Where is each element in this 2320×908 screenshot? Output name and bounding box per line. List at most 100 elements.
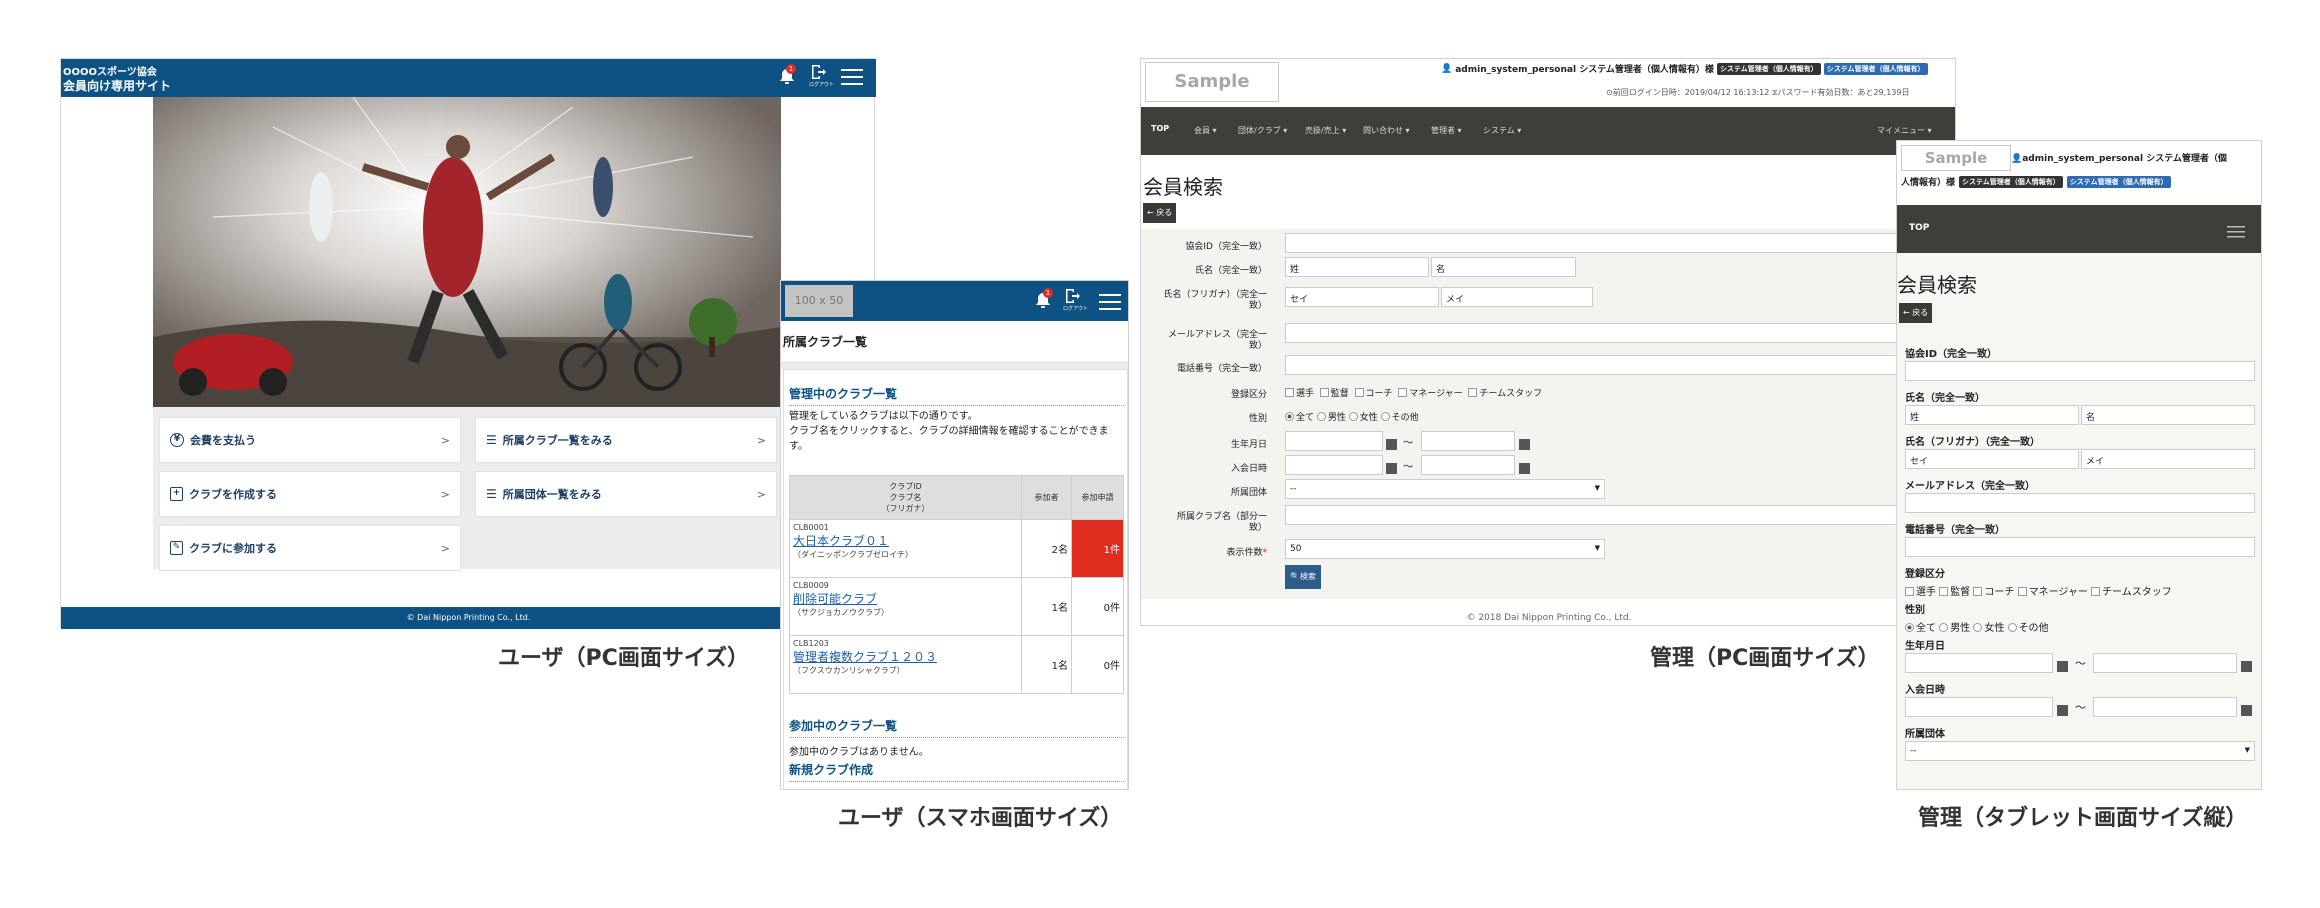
club-list-card[interactable]: ☰ 所属クラブ一覧をみる >	[475, 417, 777, 463]
club-kana: （フクスウカンリシャクラブ）	[793, 666, 905, 675]
given-name-input[interactable]: 名	[1431, 257, 1576, 277]
checkbox-manager[interactable]: マネージャー	[1398, 388, 1463, 399]
kana-given-input[interactable]: メイ	[2081, 449, 2255, 469]
logout-button[interactable]: ログアウト	[1063, 287, 1088, 312]
org-list-card[interactable]: ☰ 所属団体一覧をみる >	[475, 471, 777, 517]
back-button[interactable]: ← 戻る	[1143, 203, 1177, 223]
radio-other[interactable]: その他	[1380, 412, 1419, 423]
checkbox-coach[interactable]: コーチ	[1973, 587, 2014, 598]
label-email: メールアドレス（完全一致）	[1905, 481, 2035, 492]
label-joined: 入会日時	[1230, 464, 1267, 474]
checkbox-director[interactable]: 監督	[1319, 388, 1349, 399]
assoc-id-input[interactable]	[1285, 233, 1955, 253]
checkbox-player[interactable]: 選手	[1905, 587, 1936, 598]
checkbox-player[interactable]: 選手	[1285, 388, 1314, 399]
email-input[interactable]	[1905, 493, 2255, 513]
radio-all[interactable]: 全て	[1285, 412, 1314, 423]
checkbox-staff[interactable]: チームスタッフ	[1468, 388, 1542, 399]
kana-given-input[interactable]: メイ	[1441, 287, 1593, 307]
user-pc-screen: OOOOスポーツ協会 会員向け専用サイト 1 ログアウト ¥ 会費を支払う > …	[60, 58, 876, 629]
calendar-icon[interactable]	[2057, 657, 2068, 676]
user-name: admin_system_personal システム管理者（個人情報有）様	[1455, 65, 1714, 75]
surname-input[interactable]: 姓	[1905, 405, 2079, 425]
label-kana: 氏名（フリガナ）（完全一致）	[1905, 437, 2040, 448]
nav-members[interactable]: 会員 ▾	[1194, 125, 1217, 136]
create-club-card[interactable]: + クラブを作成する >	[159, 471, 461, 517]
gender-radios: 全て 男性 女性 その他	[1285, 410, 1419, 423]
hamburger-menu-icon[interactable]	[1099, 293, 1121, 311]
new-club-link[interactable]: 新規クラブ作成	[789, 761, 1124, 782]
birthdate-from-input[interactable]	[1905, 653, 2053, 673]
org-select-value: --	[1290, 484, 1297, 494]
radio-all[interactable]: 全て	[1905, 623, 1936, 634]
nav-clubs[interactable]: 団体/クラブ ▾	[1238, 125, 1287, 136]
joined-to-input[interactable]	[1421, 455, 1515, 475]
radio-other[interactable]: その他	[2007, 623, 2049, 634]
org-select[interactable]: -- ▼	[1285, 479, 1605, 499]
nav-top[interactable]: TOP	[1909, 223, 1929, 233]
checkbox-director[interactable]: 監督	[1939, 587, 1970, 598]
nav-top[interactable]: TOP	[1151, 124, 1169, 133]
notification-badge: 1	[1043, 288, 1053, 298]
back-button[interactable]: ← 戻る	[1899, 303, 1933, 323]
nav-my-menu[interactable]: マイメニュー ▾	[1877, 125, 1932, 136]
page-title: 会員検索	[1143, 175, 1223, 199]
club-id: CLB0009	[793, 581, 829, 590]
nav-sales[interactable]: 売掛/売上 ▾	[1305, 125, 1346, 136]
calendar-icon[interactable]	[2241, 657, 2252, 676]
checkbox-staff[interactable]: チームスタッフ	[2091, 587, 2172, 598]
search-label: 検索	[1299, 572, 1316, 581]
email-input[interactable]	[1285, 323, 1955, 343]
birthdate-from-input[interactable]	[1285, 431, 1383, 451]
joined-empty-text: 参加中のクラブはありません。	[789, 747, 929, 758]
club-name-input[interactable]	[1285, 505, 1955, 525]
range-tilde: 〜	[1403, 438, 1413, 449]
request-count[interactable]: 1件	[1071, 519, 1124, 578]
given-name-input[interactable]: 名	[2081, 405, 2255, 425]
bell-icon[interactable]: 1	[1034, 288, 1053, 311]
org-select[interactable]: -- ▼	[1905, 741, 2255, 761]
logout-button[interactable]: ログアウト	[809, 63, 834, 88]
club-name-link[interactable]: 削除可能クラブ	[793, 590, 1018, 607]
table-row: CLB0009 削除可能クラブ （サクジョカノウクラブ） 1名 0件	[789, 577, 1124, 636]
nav-admin[interactable]: 管理者 ▾	[1431, 125, 1462, 136]
radio-male[interactable]: 男性	[1316, 412, 1346, 423]
club-table: クラブID クラブ名 （フリガナ） 参加者 参加申請 CLB0001 大日本クラブ０１…	[789, 475, 1124, 694]
surname-input[interactable]: 姓	[1285, 257, 1429, 277]
calendar-icon[interactable]	[1519, 459, 1530, 478]
birthdate-to-input[interactable]	[1421, 431, 1515, 451]
bell-icon[interactable]: 1	[778, 64, 796, 87]
radio-female[interactable]: 女性	[1973, 623, 2004, 634]
calendar-icon[interactable]	[1519, 435, 1530, 454]
pay-fee-card[interactable]: ¥ 会費を支払う >	[159, 417, 461, 463]
phone-input[interactable]	[1905, 537, 2255, 557]
join-club-card[interactable]: ✎ クラブに参加する >	[159, 525, 461, 571]
nav-system[interactable]: システム ▾	[1483, 125, 1521, 136]
kana-surname-input[interactable]: セイ	[1905, 449, 2079, 469]
calendar-icon[interactable]	[2057, 701, 2068, 720]
radio-male[interactable]: 男性	[1939, 623, 1970, 634]
joined-from-input[interactable]	[1285, 455, 1383, 475]
calendar-icon[interactable]	[1386, 435, 1397, 454]
per-page-select[interactable]: 50 ▼	[1285, 539, 1605, 559]
calendar-icon[interactable]	[1386, 459, 1397, 478]
joined-from-input[interactable]	[1905, 697, 2053, 717]
nav-inquiry[interactable]: 問い合わせ ▾	[1363, 125, 1410, 136]
checkbox-manager[interactable]: マネージャー	[2017, 587, 2088, 598]
nav-bar: TOP	[1897, 205, 2261, 253]
kana-surname-prefix: セイ	[1910, 457, 1929, 467]
phone-input[interactable]	[1285, 355, 1955, 375]
label-phone: 電話番号（完全一致）	[1176, 364, 1267, 374]
birthdate-to-input[interactable]	[2093, 653, 2237, 673]
hamburger-menu-icon[interactable]	[841, 68, 863, 86]
joined-to-input[interactable]	[2093, 697, 2237, 717]
calendar-icon[interactable]	[2241, 701, 2252, 720]
radio-female[interactable]: 女性	[1348, 412, 1378, 423]
checkbox-coach[interactable]: コーチ	[1354, 388, 1393, 399]
hamburger-menu-icon[interactable]	[2227, 223, 2245, 242]
club-name-link[interactable]: 大日本クラブ０１	[793, 532, 1018, 549]
club-name-link[interactable]: 管理者複数クラブ１２０３	[793, 648, 1018, 665]
search-button[interactable]: 🔍検索	[1285, 565, 1321, 589]
assoc-id-input[interactable]	[1905, 361, 2255, 381]
kana-surname-input[interactable]: セイ	[1285, 287, 1439, 307]
